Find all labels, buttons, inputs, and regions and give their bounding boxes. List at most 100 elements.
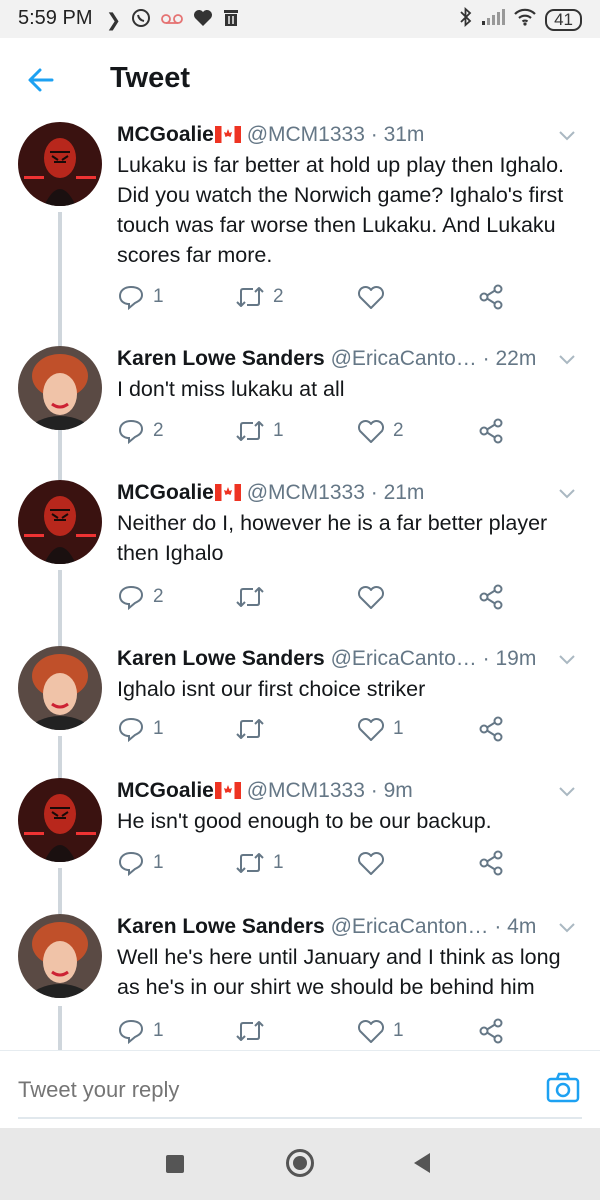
tweet-text: He isn't good enough to be our backup. <box>117 809 492 833</box>
share-button[interactable] <box>477 848 505 878</box>
share-button[interactable] <box>477 714 505 744</box>
like-button[interactable]: 1 <box>357 714 404 744</box>
like-button[interactable] <box>357 282 393 312</box>
tweet-text: Ighalo isnt our first choice striker <box>117 677 426 701</box>
author-handle[interactable]: @MCM1333 <box>247 481 365 504</box>
chevron-down-icon[interactable] <box>556 780 578 802</box>
chevron-right-icon: ❯ <box>106 10 122 30</box>
avatar[interactable] <box>18 480 102 564</box>
retweet-button[interactable]: 2 <box>235 282 284 312</box>
author-handle[interactable]: @MCM1333 <box>247 779 365 802</box>
thread-line <box>58 736 62 780</box>
reply-button[interactable]: 1 <box>117 282 164 312</box>
tweet-time: 9m <box>383 779 413 802</box>
tweet-thread[interactable]: MCGoalie @MCM1333 · 31m Lukaku is far be… <box>0 122 600 1050</box>
camera-button[interactable] <box>546 1071 580 1105</box>
meta-separator: · <box>482 347 490 370</box>
canada-flag-icon <box>214 782 241 799</box>
like-button[interactable]: 1 <box>357 1016 404 1046</box>
trash-icon <box>223 9 239 31</box>
retweet-icon <box>236 287 264 307</box>
status-time: 5:59 PM <box>18 7 93 29</box>
reply-button[interactable]: 2 <box>117 582 164 612</box>
meta-separator: · <box>494 915 502 938</box>
reply-button[interactable]: 1 <box>117 1016 164 1046</box>
reply-count: 2 <box>153 586 164 607</box>
signal-icon <box>481 8 506 31</box>
tweet-actions: 1 1 <box>117 1016 517 1046</box>
retweet-button[interactable] <box>235 1016 273 1046</box>
tweet-text: Well he's here until January and I think… <box>117 945 561 999</box>
share-button[interactable] <box>477 582 505 612</box>
share-icon <box>479 716 503 742</box>
retweet-icon <box>236 1021 264 1041</box>
meta-separator: · <box>370 123 378 146</box>
tweet-time: 19m <box>495 647 537 670</box>
author-handle[interactable]: @EricaCanto… <box>331 647 477 670</box>
like-button[interactable] <box>357 848 393 878</box>
thread-line <box>58 868 62 914</box>
author-name[interactable]: Karen Lowe Sanders <box>117 647 325 670</box>
retweet-button[interactable] <box>235 582 273 612</box>
reply-icon <box>118 851 144 877</box>
home-button[interactable] <box>286 1149 314 1177</box>
author-name[interactable]: Karen Lowe Sanders <box>117 915 325 938</box>
chevron-down-icon[interactable] <box>556 348 578 370</box>
tweet-actions: 1 1 <box>117 848 517 878</box>
system-back-button[interactable] <box>414 1153 430 1173</box>
reply-input[interactable] <box>18 1073 498 1107</box>
meta-separator: · <box>370 779 378 802</box>
share-button[interactable] <box>477 1016 505 1046</box>
avatar[interactable] <box>18 346 102 430</box>
canada-flag-icon <box>214 126 241 143</box>
retweet-count: 1 <box>273 852 284 873</box>
reply-underline <box>18 1117 582 1119</box>
author-name[interactable]: MCGoalie <box>117 123 214 146</box>
heart-icon <box>193 9 213 31</box>
author-name[interactable]: MCGoalie <box>117 779 214 802</box>
reply-button[interactable]: 1 <box>117 714 164 744</box>
retweet-icon <box>236 587 264 607</box>
share-button[interactable] <box>477 282 505 312</box>
chevron-down-icon[interactable] <box>556 648 578 670</box>
reply-icon <box>118 1019 144 1045</box>
author-name[interactable]: Karen Lowe Sanders <box>117 347 325 370</box>
author-handle[interactable]: @EricaCanton… <box>331 915 489 938</box>
like-count: 1 <box>393 718 404 739</box>
avatar[interactable] <box>18 914 102 998</box>
retweet-icon <box>236 421 264 441</box>
chevron-down-icon[interactable] <box>556 482 578 504</box>
back-button[interactable] <box>22 60 62 100</box>
share-button[interactable] <box>477 416 505 446</box>
heart-outline-icon <box>357 851 385 875</box>
author-name[interactable]: MCGoalie <box>117 481 214 504</box>
avatar[interactable] <box>18 122 102 206</box>
reply-button[interactable]: 1 <box>117 848 164 878</box>
system-nav-bar <box>0 1128 600 1200</box>
share-icon <box>479 850 503 876</box>
tweet-actions: 2 1 2 <box>117 416 517 446</box>
recents-button[interactable] <box>166 1155 184 1173</box>
reply-icon <box>118 585 144 611</box>
retweet-button[interactable]: 1 <box>235 416 284 446</box>
chevron-down-icon[interactable] <box>556 124 578 146</box>
like-button[interactable] <box>357 582 393 612</box>
author-handle[interactable]: @MCM1333 <box>247 123 365 146</box>
meta-separator: · <box>482 647 490 670</box>
bluetooth-icon <box>459 6 473 32</box>
canada-flag-icon <box>214 484 241 501</box>
avatar[interactable] <box>18 646 102 730</box>
author-handle[interactable]: @EricaCanto… <box>331 347 477 370</box>
retweet-button[interactable] <box>235 714 273 744</box>
thread-line <box>58 1006 62 1050</box>
camera-icon <box>546 1072 580 1103</box>
retweet-icon <box>236 853 264 873</box>
retweet-button[interactable]: 1 <box>235 848 284 878</box>
avatar[interactable] <box>18 778 102 862</box>
reply-button[interactable]: 2 <box>117 416 164 446</box>
chevron-down-icon[interactable] <box>556 916 578 938</box>
thread-line <box>58 436 62 480</box>
like-button[interactable]: 2 <box>357 416 404 446</box>
heart-outline-icon <box>357 1019 385 1043</box>
tweet-text: Neither do I, however he is a far better… <box>117 511 548 565</box>
